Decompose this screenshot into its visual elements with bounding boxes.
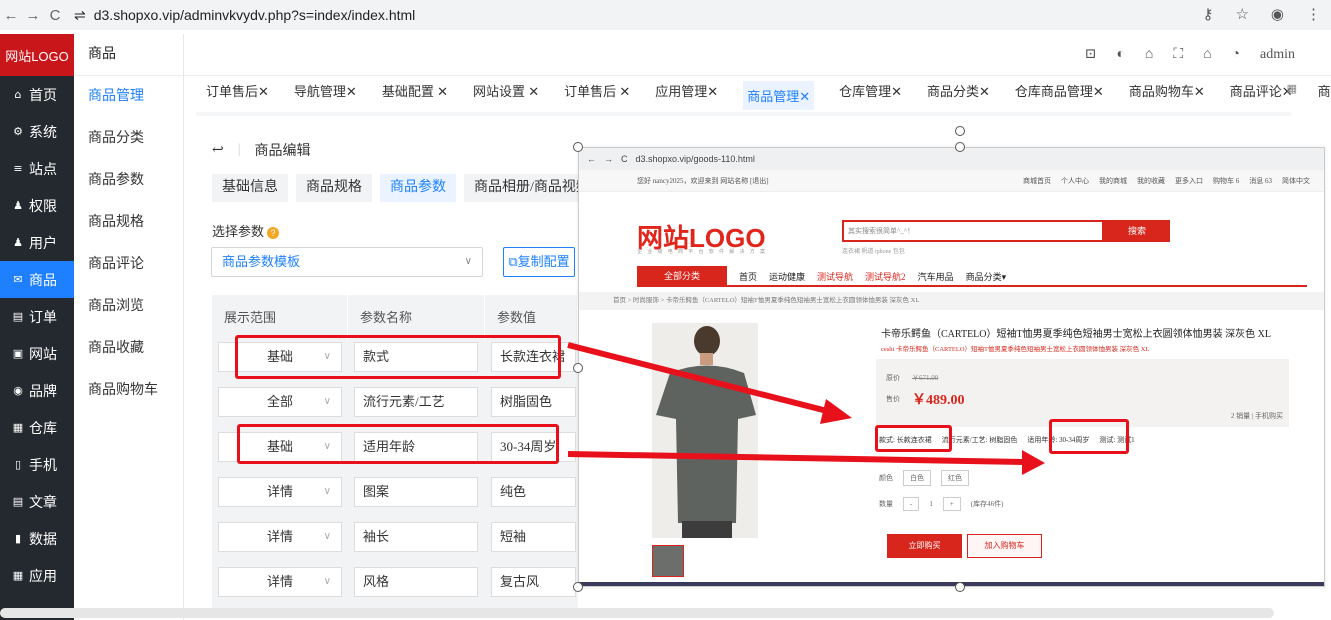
horizontal-scrollbar[interactable] [0, 608, 1274, 618]
annotation-arrows [567, 342, 1045, 475]
